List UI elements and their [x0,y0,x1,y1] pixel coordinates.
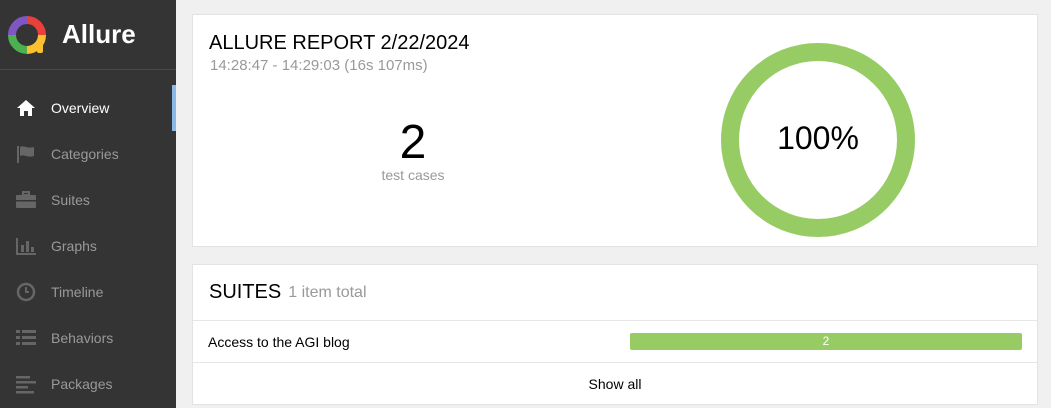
allure-logo-icon [8,15,46,54]
suite-passed-bar[interactable]: 2 [630,333,1022,350]
suites-widget: SUITES 1 item total Access to the AGI bl… [192,264,1038,405]
sidebar-item-overview[interactable]: Overview [0,85,176,131]
flag-icon [15,144,37,164]
report-time-range: 14:28:47 - 14:29:03 (16s 107ms) [210,57,428,74]
test-case-count-label: test cases [381,167,445,183]
sidebar-item-label: Behaviors [51,330,114,346]
sidebar-item-suites[interactable]: Suites [0,177,176,223]
home-icon [15,98,37,118]
sidebar-nav: Overview Categories Suites Graphs Timeli… [0,85,176,407]
suite-name: Access to the AGI blog [208,333,350,350]
bar-chart-icon [15,236,37,256]
sidebar-item-label: Overview [51,100,110,116]
sidebar-item-label: Graphs [51,238,97,254]
main-content: ALLURE REPORT 2/22/2024 14:28:47 - 14:29… [176,0,1051,408]
align-left-icon [15,374,37,394]
sidebar-item-timeline[interactable]: Timeline [0,269,176,315]
success-rate-value: 100% [777,120,859,156]
test-case-count: 2 [399,116,427,169]
sidebar: Allure Overview Categories Suites Graphs… [0,0,176,408]
summary-widget: ALLURE REPORT 2/22/2024 14:28:47 - 14:29… [192,14,1038,247]
list-icon [15,328,37,348]
sidebar-item-label: Suites [51,192,90,208]
suites-header: SUITES 1 item total [193,265,1037,321]
sidebar-item-label: Categories [51,146,119,162]
suite-row[interactable]: Access to the AGI blog 2 [193,321,1037,363]
show-all-link[interactable]: Show all [193,363,1037,404]
sidebar-item-packages[interactable]: Packages [0,361,176,407]
sidebar-item-categories[interactable]: Categories [0,131,176,177]
briefcase-icon [15,190,37,210]
suites-count: 1 item total [288,283,367,301]
brand-name: Allure [62,19,136,49]
sidebar-item-behaviors[interactable]: Behaviors [0,315,176,361]
app-root: Allure Overview Categories Suites Graphs… [0,0,1051,408]
sidebar-item-label: Packages [51,376,113,392]
clock-icon [15,282,37,302]
brand[interactable]: Allure [0,0,176,70]
sidebar-item-graphs[interactable]: Graphs [0,223,176,269]
suites-title: SUITES [209,281,282,303]
sidebar-item-label: Timeline [51,284,104,300]
report-title: ALLURE REPORT 2/22/2024 [209,32,470,54]
